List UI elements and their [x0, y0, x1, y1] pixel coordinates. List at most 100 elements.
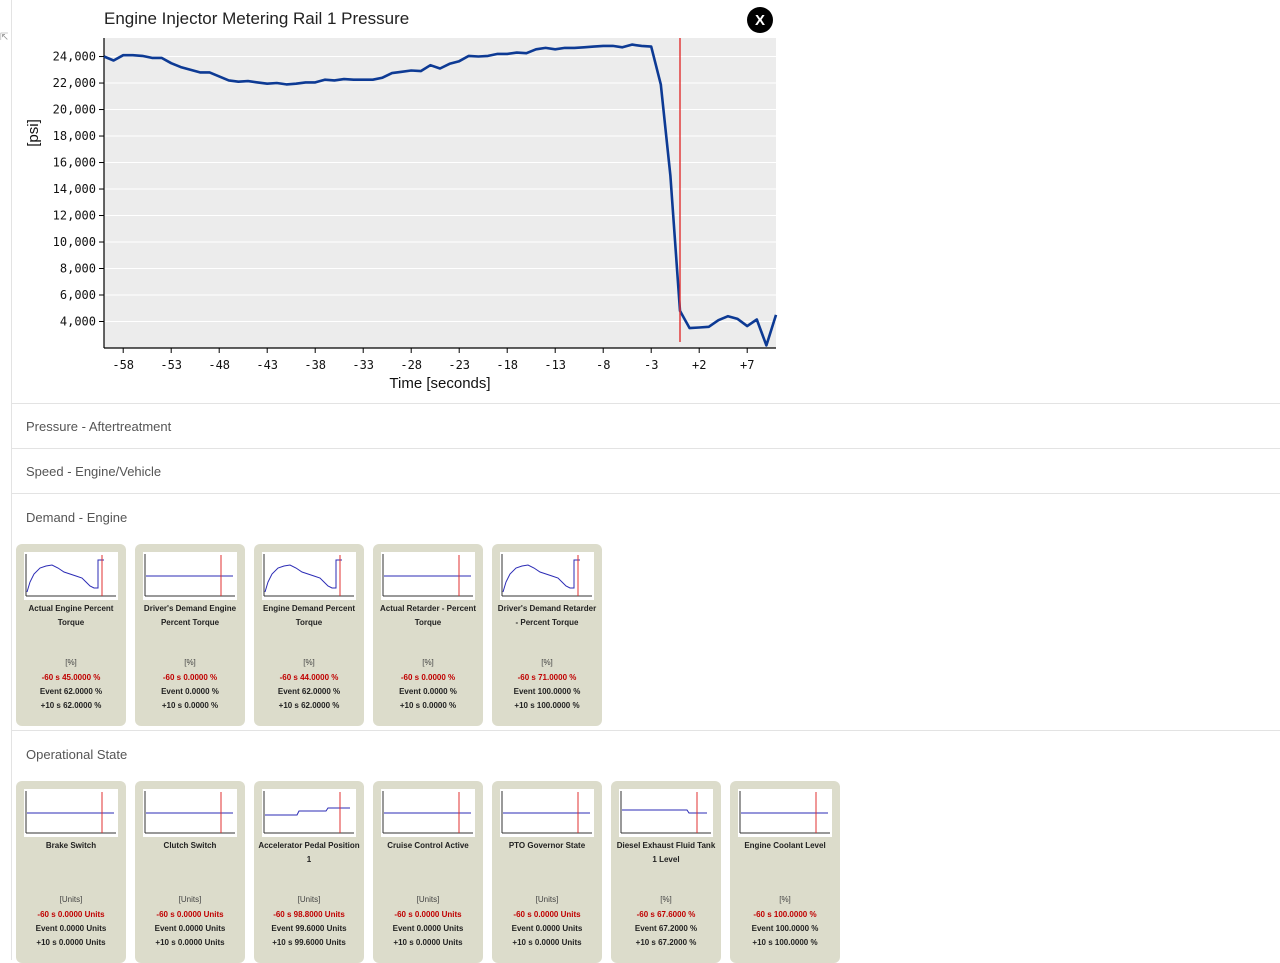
sparkline [263, 791, 354, 834]
section-pressure-aftertreatment[interactable]: Pressure - Aftertreatment [12, 403, 1280, 449]
signal-card[interactable]: Engine Coolant Level [%] -60 s 100.0000 % E… [730, 781, 840, 963]
card-value-after: +10 s 0.0000 % [399, 701, 457, 710]
card-signal-name: Actual Retarder - Percent Torque [379, 604, 477, 627]
y-tick-label: 20,000 [53, 103, 96, 117]
card-value-event: Event 0.0000 Units [154, 924, 226, 933]
x-tick-label: -33 [352, 358, 374, 372]
signal-card[interactable]: Engine Demand Percent Torque [%] -60 s 44.… [254, 544, 364, 726]
card-signal-name: Actual Engine Percent Torque [28, 604, 114, 627]
card-thumbnail [143, 552, 237, 600]
signal-card[interactable]: PTO Governor State [Units] -60 s 0.0000 Un… [492, 781, 602, 963]
y-tick-label: 8,000 [60, 262, 96, 276]
y-tick-label: 10,000 [53, 235, 96, 249]
section-demand-engine: Demand - Engine Actual Engine Percent To… [12, 493, 1280, 731]
card-value-before: -60 s 0.0000 Units [394, 910, 462, 919]
card-thumbnail [738, 789, 832, 837]
card-value-event: Event 0.0000 Units [392, 924, 464, 933]
card-value-before: -60 s 45.0000 % [41, 673, 101, 682]
card-value-event: Event 0.0000 Units [35, 924, 107, 933]
x-tick-label: +7 [740, 358, 754, 372]
sparkline [144, 554, 235, 597]
sparkline [739, 791, 830, 834]
sparkline-line [622, 809, 707, 814]
plot-area [104, 38, 776, 348]
card-value-before: -60 s 0.0000 Units [37, 910, 105, 919]
mouse-cursor-icon: ⇱ [0, 32, 9, 43]
section-speed-engine-vehicle[interactable]: Speed - Engine/Vehicle [12, 448, 1280, 494]
y-tick-label: 18,000 [53, 129, 96, 143]
card-thumbnail [24, 789, 118, 837]
card-units: [Units] [535, 895, 559, 904]
sparkline [382, 554, 473, 597]
section-title: Speed - Engine/Vehicle [26, 464, 162, 479]
card-thumbnail [262, 552, 356, 600]
card-signal-name: Driver's Demand Retarder - Percent Torqu… [497, 604, 597, 627]
card-value-event: Event 100.0000 % [751, 924, 819, 933]
x-tick-label: -13 [544, 358, 566, 372]
card-value-before: -60 s 0.0000 Units [513, 910, 581, 919]
card-signal-name: Cruise Control Active [387, 841, 469, 850]
x-tick-label: -8 [596, 358, 610, 372]
signal-card[interactable]: Actual Retarder - Percent Torque [%] -60 s… [373, 544, 483, 726]
sparkline [501, 554, 592, 597]
card-signal-name: Driver's Demand Engine Percent Torque [143, 604, 237, 627]
pressure-chart: 24,000 22,000 20,000 18,000 16,000 14,000 12,0… [25, 38, 778, 392]
card-units: [%] [541, 658, 553, 667]
card-value-after: +10 s 0.0000 Units [36, 938, 106, 947]
card-signal-name: Brake Switch [45, 841, 97, 850]
card-value-after: +10 s 99.6000 Units [272, 938, 346, 947]
x-tick-label: +2 [692, 358, 706, 372]
card-thumbnail [381, 789, 475, 837]
close-button[interactable]: X [747, 7, 773, 33]
x-tick-label: -58 [112, 358, 134, 372]
signal-card[interactable]: Driver's Demand Engine Percent Torque [%]… [135, 544, 245, 726]
card-value-event: Event 0.0000 % [399, 687, 457, 696]
card-value-after: +10 s 0.0000 Units [393, 938, 463, 947]
card-units: [%] [303, 658, 315, 667]
card-value-before: -60 s 67.6000 % [636, 910, 696, 919]
card-thumbnail [500, 552, 594, 600]
signal-card[interactable]: Brake Switch [Units] -60 s 0.0000 Units Eve… [16, 781, 126, 963]
card-value-after: +10 s 0.0000 Units [155, 938, 225, 947]
x-tick-label: -28 [400, 358, 422, 372]
card-value-before: -60 s 0.0000 % [400, 673, 456, 682]
sparkline [501, 791, 592, 834]
card-signal-name: Accelerator Pedal Position 1 [258, 841, 360, 864]
card-units: [Units] [297, 895, 321, 904]
card-signal-name: PTO Governor State [508, 841, 586, 850]
card-value-before: -60 s 0.0000 Units [156, 910, 224, 919]
signal-card[interactable]: Diesel Exhaust Fluid Tank 1 Level [%] -60 … [611, 781, 721, 963]
card-value-after: +10 s 67.2000 % [635, 938, 697, 947]
sparkline-line [265, 807, 350, 816]
x-tick-label: -43 [256, 358, 278, 372]
sparkline [620, 791, 711, 834]
card-value-after: +10 s 62.0000 % [40, 701, 102, 710]
card-value-before: -60 s 98.8000 Units [273, 910, 345, 919]
card-thumbnail [381, 552, 475, 600]
card-value-event: Event 99.6000 Units [271, 924, 347, 933]
signal-card[interactable]: Clutch Switch [Units] -60 s 0.0000 Units Ev… [135, 781, 245, 963]
card-value-before: -60 s 0.0000 % [162, 673, 218, 682]
section-title[interactable]: Operational State [26, 747, 127, 762]
card-thumbnail [143, 789, 237, 837]
section-title[interactable]: Demand - Engine [26, 510, 127, 525]
card-value-before: -60 s 44.0000 % [279, 673, 339, 682]
card-units: [Units] [59, 895, 83, 904]
card-units: [%] [65, 658, 77, 667]
x-tick-label: -48 [208, 358, 230, 372]
card-value-event: Event 0.0000 % [161, 687, 219, 696]
signal-card[interactable]: Accelerator Pedal Position 1 [Units] -60 s… [254, 781, 364, 963]
y-tick-label: 12,000 [53, 209, 96, 223]
x-tick-label: -38 [304, 358, 326, 372]
signal-card[interactable]: Actual Engine Percent Torque [%] -60 s 45.… [16, 544, 126, 726]
section-title: Pressure - Aftertreatment [26, 419, 172, 434]
card-units: [%] [184, 658, 196, 667]
y-tick-label: 6,000 [60, 288, 96, 302]
card-value-event: Event 62.0000 % [277, 687, 341, 696]
card-signal-name: Engine Demand Percent Torque [262, 604, 356, 627]
card-value-after: +10 s 100.0000 % [752, 938, 818, 947]
signal-card[interactable]: Driver's Demand Retarder - Percent Torqu… [492, 544, 602, 726]
signal-card[interactable]: Cruise Control Active [Units] -60 s 0.0000… [373, 781, 483, 963]
card-units: [Units] [416, 895, 440, 904]
sparkline [25, 554, 116, 597]
